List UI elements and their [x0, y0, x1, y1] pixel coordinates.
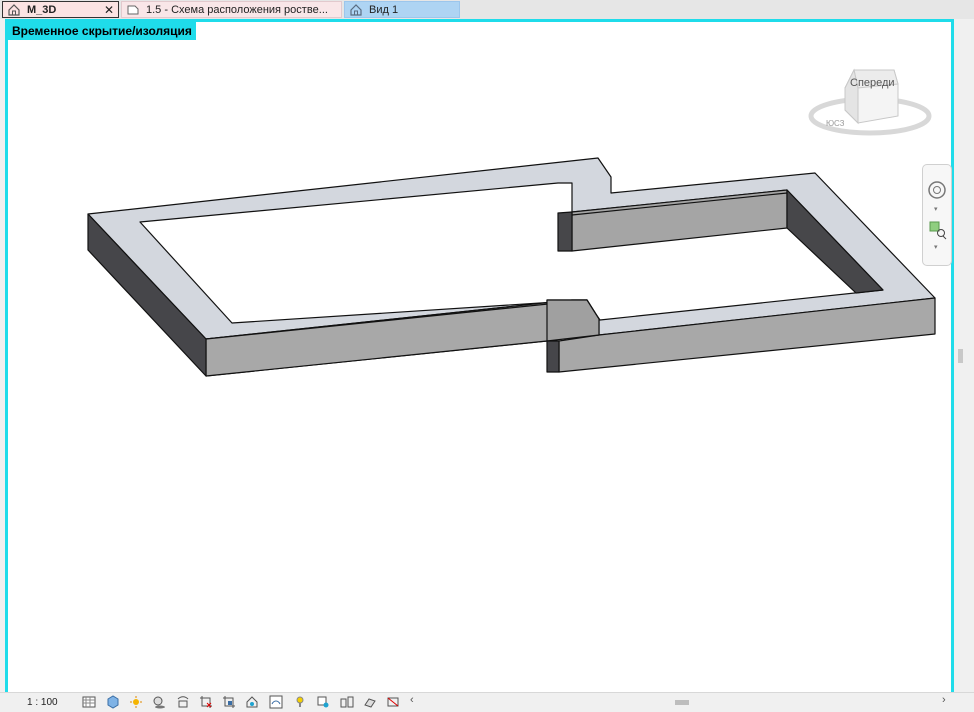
- tab-label: Вид 1: [369, 3, 399, 16]
- steering-wheel-icon: [928, 181, 946, 199]
- svg-text:▾: ▾: [934, 206, 938, 213]
- sheet-icon: [126, 3, 140, 17]
- temporary-isolation-label: Временное скрытие/изоляция: [8, 22, 196, 40]
- worksharing-icon[interactable]: [340, 695, 354, 709]
- analytical-model-icon[interactable]: [293, 695, 307, 709]
- close-icon[interactable]: ✕: [103, 3, 115, 17]
- home-3d-icon: [7, 3, 21, 17]
- vertical-scrollbar[interactable]: [954, 19, 974, 692]
- crop-view-icon[interactable]: [176, 695, 190, 709]
- horizontal-scroll-thumb[interactable]: [675, 700, 689, 705]
- sun-path-icon[interactable]: [129, 695, 143, 709]
- show-crop-icon[interactable]: [199, 695, 213, 709]
- highlight-displacement-icon[interactable]: [316, 695, 330, 709]
- scale-indicator[interactable]: 1 : 100: [27, 697, 58, 708]
- reveal-hidden-icon[interactable]: [269, 695, 283, 709]
- vertical-scroll-thumb[interactable]: [958, 349, 963, 363]
- shadows-icon[interactable]: [152, 695, 166, 709]
- scroll-right-arrow-icon[interactable]: ›: [942, 694, 946, 706]
- tab-m-3d[interactable]: M_3D ✕: [2, 1, 119, 18]
- view-cube[interactable]: ЮСЗ: [806, 48, 932, 136]
- design-options-icon[interactable]: [386, 695, 400, 709]
- detail-level-icon[interactable]: [82, 695, 96, 709]
- temp-hide-icon[interactable]: [245, 695, 259, 709]
- home-3d-icon: [349, 3, 363, 17]
- view-tab-bar: M_3D ✕ 1.5 - Схема расположения роствe..…: [0, 0, 974, 19]
- tab-label: 1.5 - Схема расположения роствe...: [146, 3, 328, 16]
- navigation-bar: ▾ ▾: [922, 164, 952, 266]
- zoom-icon: [929, 221, 947, 240]
- tab-view-1[interactable]: Вид 1: [344, 1, 460, 18]
- reveal-constraints-icon[interactable]: [363, 695, 377, 709]
- unlock-3d-icon[interactable]: [222, 695, 236, 709]
- svg-text:▾: ▾: [934, 244, 938, 251]
- viewcube-front-label[interactable]: Спереди: [850, 77, 895, 89]
- tab-label: M_3D: [27, 3, 57, 16]
- svg-text:ЮСЗ: ЮСЗ: [826, 119, 845, 128]
- visual-style-icon[interactable]: [106, 695, 120, 709]
- tab-sheet-1-5[interactable]: 1.5 - Схема расположения роствe...: [121, 1, 342, 18]
